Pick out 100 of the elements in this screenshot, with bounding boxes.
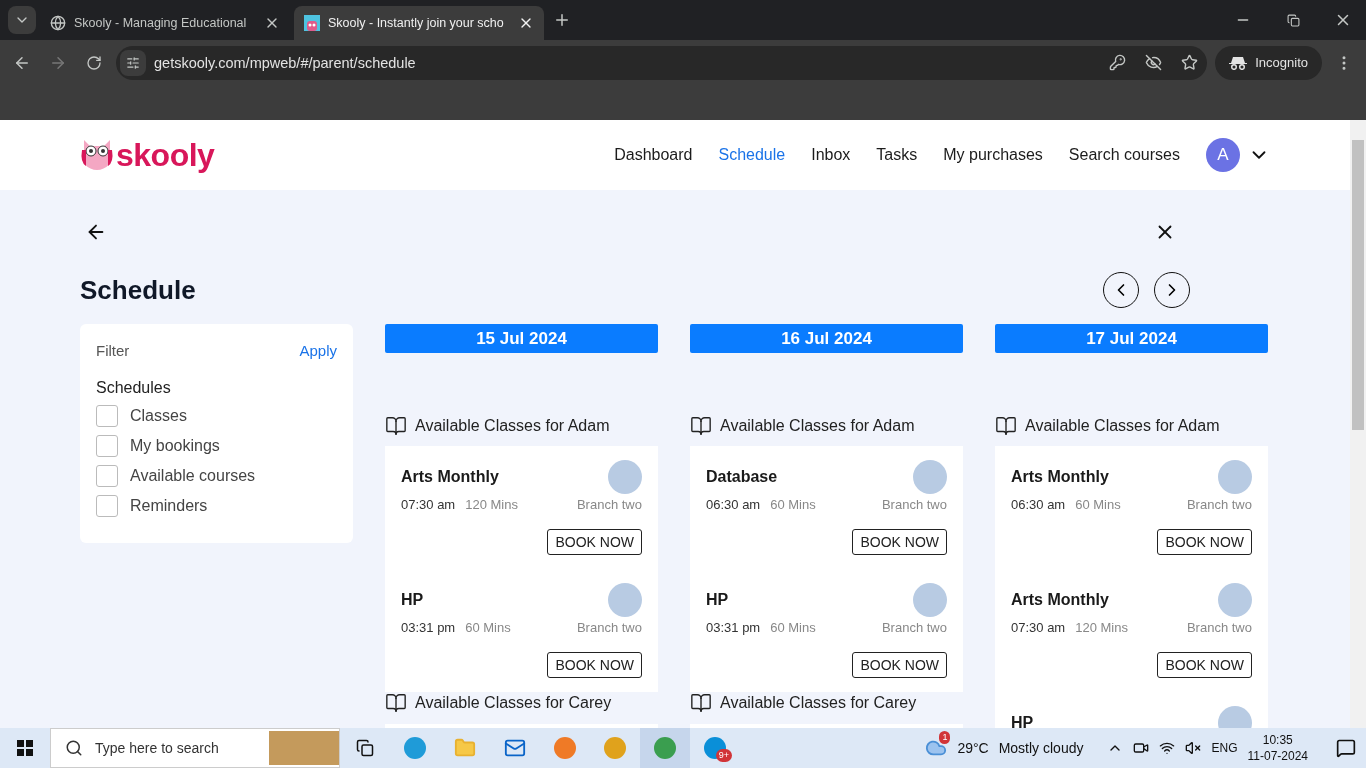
clock-date: 11-07-2024 [1247,748,1308,764]
checkbox-option[interactable]: Available courses [96,461,337,491]
scrollbar[interactable] [1350,120,1366,728]
date-header: 16 Jul 2024 [690,324,963,353]
book-now-button[interactable]: BOOK NOW [547,529,642,555]
book-now-button[interactable]: BOOK NOW [852,652,947,678]
book-now-button[interactable]: BOOK NOW [852,529,947,555]
section-title: Available Classes for Carey [720,694,917,712]
search-placeholder: Type here to search [95,740,220,756]
clock[interactable]: 10:35 11-07-2024 [1247,732,1308,764]
mute-icon[interactable] [1185,740,1202,756]
owl-favicon-icon [304,15,320,31]
section-title: Available Classes for Adam [1025,417,1220,435]
book-now-button[interactable]: BOOK NOW [1157,652,1252,678]
class-duration: 60 Mins [770,496,816,512]
checkbox-option[interactable]: Reminders [96,491,337,521]
class-duration: 60 Mins [1075,496,1121,512]
class-branch: Branch two [881,619,947,635]
checkbox-option[interactable]: My bookings [96,431,337,461]
class-name: Arts Monthly [1011,591,1109,609]
checkbox[interactable] [96,465,118,487]
task-view-icon[interactable] [356,739,374,757]
filter-label: Filter [96,342,130,359]
book-now-button[interactable]: BOOK NOW [547,652,642,678]
globe-icon [50,15,66,31]
date-header: 15 Jul 2024 [385,324,658,353]
section-title: Available Classes for Adam [415,417,610,435]
class-branch: Branch two [576,619,642,635]
class-time: 07:30 am [401,496,456,512]
section-title: Available Classes for Carey [415,694,612,712]
group-heading: Schedules [96,379,172,397]
class-time: 06:30 am [1011,496,1066,512]
wifi-icon[interactable] [1159,740,1176,756]
nav-link[interactable]: Inbox [811,146,851,164]
photo-placeholder [913,460,947,494]
weather-text: Mostly cloudy [998,740,1084,756]
class-name: Arts Monthly [401,468,499,486]
site-settings-icon[interactable] [120,49,146,76]
class-name: HP [401,591,424,609]
class-name: Arts Monthly [1011,468,1109,486]
camera-icon[interactable] [1133,740,1150,756]
nav-link[interactable]: Search courses [1068,146,1180,164]
logo[interactable]: skooly [80,136,215,174]
language-indicator[interactable]: ENG [1211,741,1238,755]
notification-icon[interactable] [1336,738,1356,758]
nav-link[interactable]: My purchases [943,146,1043,164]
browser-tab[interactable]: Skooly - Managing Educational [40,6,290,40]
tab-title: Skooly - Instantly join your scho [328,16,505,30]
class-duration: 120 Mins [1075,619,1128,635]
nav-link[interactable]: Schedule [718,146,786,164]
book-now-button[interactable]: BOOK NOW [1157,529,1252,555]
checkbox[interactable] [96,495,118,517]
photo-placeholder [608,583,642,617]
user-avatar[interactable]: A [1206,138,1240,172]
section-title: Available Classes for Adam [720,417,915,435]
nav-link[interactable]: Tasks [876,146,918,164]
mail-icon[interactable] [504,737,526,759]
date-header: 17 Jul 2024 [995,324,1268,353]
windows-icon[interactable] [17,740,33,756]
class-time: 03:31 pm [706,619,761,635]
apply-link[interactable]: Apply [299,342,337,359]
tab-title: Skooly - Managing Educational [74,16,248,30]
profile-label: Incognito [1255,55,1308,70]
photo-placeholder [269,731,339,765]
class-name: HP [706,591,729,609]
clock-time: 10:35 [1262,732,1293,748]
checkbox[interactable] [96,435,118,457]
tab-list-button[interactable] [8,6,36,34]
scrollbar-thumb[interactable] [1352,140,1364,430]
photo-placeholder [1218,460,1252,494]
address-bar[interactable]: getskooly.com/mpweb/#/parent/schedule [116,45,1208,80]
photo-placeholder [1218,583,1252,617]
class-name: HP [1011,714,1034,728]
class-branch: Branch two [576,496,642,512]
plus-icon[interactable] [553,11,571,29]
photo-placeholder [913,583,947,617]
class-branch: Branch two [1186,496,1252,512]
book-icon [385,692,407,714]
class-duration: 120 Mins [465,496,518,512]
book-icon [690,692,712,714]
browser-tab[interactable]: Skooly - Instantly join your scho [294,6,544,40]
page-title: Schedule [80,274,196,306]
nav-link[interactable]: Dashboard [614,146,693,164]
class-duration: 60 Mins [770,619,816,635]
incognito-icon [1229,55,1248,70]
checkbox[interactable] [96,405,118,427]
logo-text: skooly [116,136,215,174]
weather-badge: 1 [939,731,951,744]
temperature: 29°C [957,740,989,756]
url-text: getskooly.com/mpweb/#/parent/schedule [154,54,417,71]
class-branch: Branch two [881,496,947,512]
restore-icon[interactable] [1286,13,1300,27]
incognito-chip[interactable]: Incognito [1215,45,1322,80]
book-icon [995,415,1017,437]
search-icon [65,739,83,757]
class-name: Database [706,468,778,486]
taskbar-search-field[interactable]: Type here to search [50,728,340,768]
photo-placeholder [608,460,642,494]
checkbox-option[interactable]: Classes [96,401,337,431]
reload-icon[interactable] [86,54,102,71]
